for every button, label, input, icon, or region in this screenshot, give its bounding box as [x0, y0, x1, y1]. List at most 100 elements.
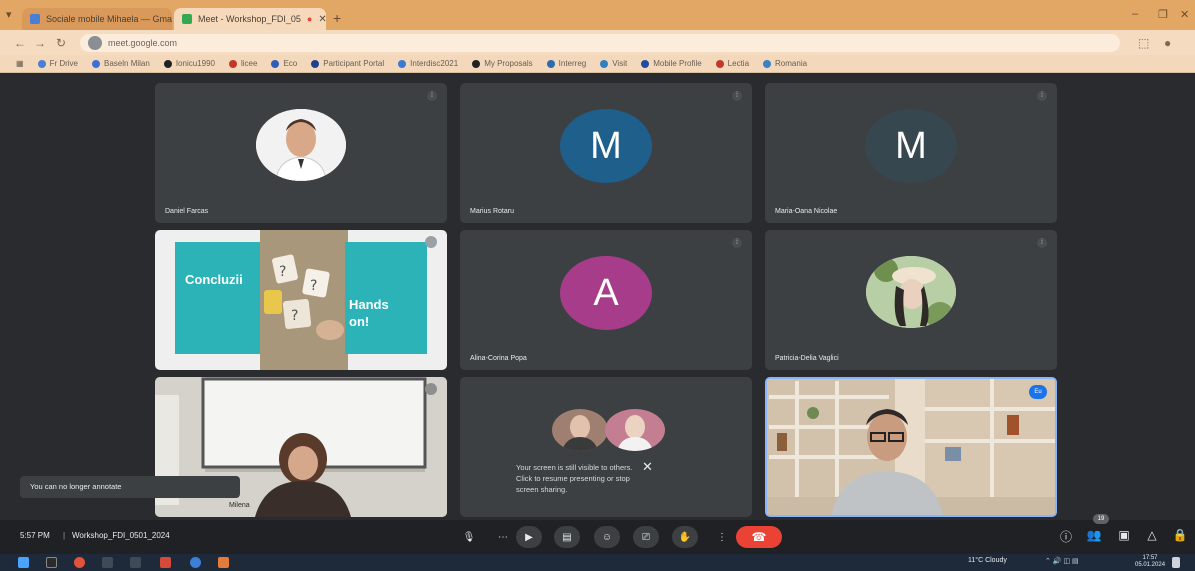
- participant-tile[interactable]: ⁞ A Alina-Corina Popa: [460, 230, 752, 370]
- raise-hand-button[interactable]: ✋: [672, 526, 698, 548]
- mic-muted-icon: ⁞: [1037, 238, 1047, 248]
- participant-photo: [866, 256, 956, 328]
- bookmark-icon: [546, 59, 555, 68]
- bookmark[interactable]: Interreg: [546, 59, 586, 68]
- participant-name: Alina-Corina Popa: [470, 355, 527, 362]
- separator: |: [63, 531, 66, 540]
- close-window-icon[interactable]: ✕: [1180, 8, 1189, 21]
- meeting-name: Workshop_FDI_0501_2024: [72, 531, 170, 540]
- extension-icon[interactable]: ⬚: [1138, 36, 1149, 50]
- bookmark-icon: [37, 59, 46, 68]
- bookmark[interactable]: Fr Drive: [37, 59, 78, 68]
- more-options-icon[interactable]: ⋮: [715, 526, 729, 548]
- browser-tab-bar: ▾ Sociale mobile Mihaela — Gmail ✕ Meet …: [0, 0, 1195, 30]
- bookmark[interactable]: Lectia: [715, 59, 749, 68]
- microphone-icon[interactable]: 🎙: [462, 526, 476, 548]
- bookmark-icon: [271, 59, 280, 68]
- bookmark[interactable]: Romania: [763, 59, 807, 68]
- participant-avatar: A: [560, 256, 652, 330]
- forward-icon[interactable]: →: [34, 36, 46, 50]
- bookmark-icon: [600, 59, 609, 68]
- screen-share-notice[interactable]: Your screen is still visible to others. …: [516, 462, 636, 495]
- tab-search-icon[interactable]: ▾: [6, 8, 12, 21]
- reload-icon[interactable]: ↻: [56, 36, 66, 50]
- apps-icon[interactable]: ▦: [16, 59, 24, 68]
- present-button[interactable]: ⎚: [633, 526, 659, 548]
- bookmark[interactable]: Participant Portal: [311, 59, 384, 68]
- app-icon[interactable]: [102, 557, 113, 568]
- start-icon[interactable]: [18, 557, 29, 568]
- tab-gmail[interactable]: Sociale mobile Mihaela — Gmail ✕: [22, 8, 172, 30]
- tab-label: Sociale mobile Mihaela — Gmail: [46, 14, 172, 24]
- meeting-info-icon[interactable]: ⓘ: [1058, 528, 1074, 546]
- host-controls-icon[interactable]: 🔒: [1172, 528, 1188, 546]
- system-tray-icons[interactable]: ⌃ 🔊 ◫ ▤: [1045, 557, 1079, 565]
- end-call-button[interactable]: ☎: [736, 526, 782, 548]
- close-tab-icon[interactable]: ✕: [318, 14, 326, 25]
- meet-video-grid: ⁞ Daniel Farcas ⁞ M Marius Rotaru ⁞ M Ma…: [0, 73, 1195, 520]
- bookmark[interactable]: licee: [228, 59, 257, 68]
- app-icon[interactable]: [130, 557, 141, 568]
- mic-muted-icon: ⁞: [427, 91, 437, 101]
- gmail-icon: [30, 14, 40, 24]
- participant-name: Marius Rotaru: [470, 208, 514, 215]
- people-icon[interactable]: 👥: [1086, 528, 1102, 546]
- participant-name: Patricia-Delia Vaglici: [775, 355, 839, 362]
- emoji-button[interactable]: ☺: [594, 526, 620, 548]
- notifications-icon[interactable]: [1172, 557, 1180, 568]
- app-icon[interactable]: [218, 557, 229, 568]
- activities-icon[interactable]: △: [1144, 528, 1160, 546]
- bookmark[interactable]: Baseln Milan: [92, 59, 150, 68]
- screen-share-notice-tile: Your screen is still visible to others. …: [460, 377, 752, 517]
- minimize-icon[interactable]: –: [1132, 8, 1138, 20]
- back-icon[interactable]: ←: [14, 36, 26, 50]
- participant-avatar: M: [560, 109, 652, 183]
- bookmark-icon: [472, 59, 481, 68]
- site-info-icon[interactable]: [88, 36, 102, 50]
- chat-icon[interactable]: ▣: [1116, 528, 1132, 546]
- bookmark-icon: [228, 59, 237, 68]
- mic-muted-icon: ⁞: [732, 238, 742, 248]
- slide-photo: ? ? ?: [260, 230, 348, 370]
- presentation-tile[interactable]: ? ? ? Concluzii Hands on!: [155, 230, 447, 370]
- mic-options-icon[interactable]: ⋯: [496, 526, 510, 548]
- captions-button[interactable]: ▤: [554, 526, 580, 548]
- url-text: meet.google.com: [108, 38, 178, 48]
- close-icon[interactable]: ✕: [642, 459, 653, 475]
- pin-icon[interactable]: [425, 383, 437, 395]
- new-tab-icon[interactable]: +: [333, 10, 341, 26]
- bookmark[interactable]: Eco: [271, 59, 297, 68]
- meet-control-bar: 5:57 PM | Workshop_FDI_0501_2024 🎙 ⋯ ▶ ▤…: [0, 514, 1195, 554]
- self-view-tile[interactable]: Eu: [765, 377, 1057, 517]
- meet-icon: [182, 14, 192, 24]
- camera-button[interactable]: ▶: [516, 526, 542, 548]
- search-icon[interactable]: [46, 557, 57, 568]
- bookmark-icon: [163, 59, 172, 68]
- tab-meet[interactable]: Meet - Workshop_FDI_05 ● ✕: [174, 8, 326, 30]
- participant-tile[interactable]: ⁞ M Maria-Oana Nicolae: [765, 83, 1057, 223]
- app-icon[interactable]: [74, 557, 85, 568]
- app-icon[interactable]: [160, 557, 171, 568]
- maximize-icon[interactable]: ❐: [1158, 8, 1168, 21]
- bookmark-icon: [715, 59, 724, 68]
- bookmark[interactable]: Mobile Profile: [641, 59, 702, 68]
- participant-tile[interactable]: ⁞ M Marius Rotaru: [460, 83, 752, 223]
- slide-subtitle: Hands on!: [349, 297, 389, 329]
- participant-thumbnail: [605, 409, 665, 451]
- chrome-icon[interactable]: [190, 557, 201, 568]
- svg-text:?: ?: [279, 264, 286, 280]
- participant-thumbnail: [552, 409, 608, 451]
- profile-icon[interactable]: ●: [1164, 36, 1171, 50]
- bookmark[interactable]: Interdisc2021: [398, 59, 458, 68]
- people-count-badge: 19: [1093, 514, 1109, 524]
- participant-tile[interactable]: ⁞ Patricia-Delia Vaglici: [765, 230, 1057, 370]
- bookmark[interactable]: Visit: [600, 59, 627, 68]
- pin-icon[interactable]: [425, 236, 437, 248]
- system-clock[interactable]: 17:57 05.01.2024: [1135, 555, 1165, 569]
- participant-tile[interactable]: ⁞ Daniel Farcas: [155, 83, 447, 223]
- url-field[interactable]: meet.google.com: [80, 34, 1120, 52]
- bookmark[interactable]: My Proposals: [472, 59, 533, 68]
- weather-widget[interactable]: 11°C Cloudy: [968, 557, 1007, 564]
- screenshot: ▾ Sociale mobile Mihaela — Gmail ✕ Meet …: [0, 0, 1195, 571]
- bookmark[interactable]: Ionicu1990: [163, 59, 215, 68]
